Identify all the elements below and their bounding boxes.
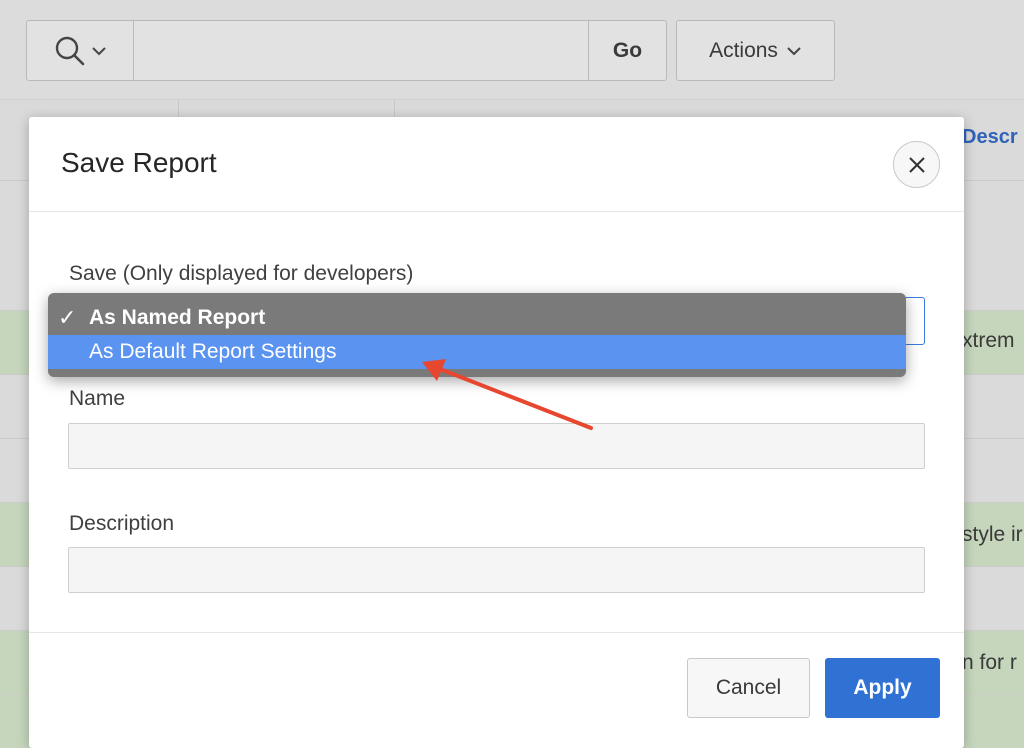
dialog-footer: Cancel Apply	[29, 632, 964, 748]
checkmark-icon: ✓	[58, 305, 77, 330]
menu-item-label: As Default Report Settings	[89, 340, 337, 363]
close-icon	[908, 156, 925, 173]
dialog-title: Save Report	[61, 147, 217, 178]
column-header-description[interactable]: Descr	[962, 126, 1018, 149]
description-field[interactable]	[68, 547, 925, 593]
save-label: Save (Only displayed for developers)	[69, 262, 414, 285]
save-report-dialog: Save Report Save (Only displayed for dev…	[29, 117, 964, 748]
table-cell: n for r	[962, 651, 1017, 674]
actions-menu-button[interactable]: Actions	[676, 20, 835, 81]
search-icon	[55, 36, 85, 65]
dialog-header: Save Report	[29, 117, 964, 212]
name-field[interactable]	[68, 423, 925, 469]
actions-label: Actions	[709, 38, 778, 62]
chevron-down-icon	[92, 46, 106, 55]
table-cell: style ir	[962, 523, 1023, 546]
menu-item-as-default-report-settings[interactable]: As Default Report Settings	[48, 335, 906, 369]
cancel-button[interactable]: Cancel	[687, 658, 810, 718]
apply-button[interactable]: Apply	[825, 658, 940, 718]
name-label: Name	[69, 387, 126, 410]
close-button[interactable]	[893, 141, 940, 188]
menu-item-label: As Named Report	[89, 306, 266, 329]
search-input[interactable]	[134, 21, 588, 80]
report-toolbar: Go Actions	[0, 0, 1024, 100]
go-button[interactable]: Go	[588, 21, 666, 80]
chevron-down-icon	[787, 46, 801, 55]
save-type-dropdown-menu: ✓ As Named Report As Default Report Sett…	[48, 293, 906, 377]
search-column-toggle[interactable]	[27, 21, 134, 80]
table-cell: xtrem	[962, 329, 1015, 352]
description-label: Description	[69, 512, 175, 535]
menu-item-as-named-report[interactable]: ✓ As Named Report	[48, 301, 906, 335]
search-bar: Go	[26, 20, 667, 81]
